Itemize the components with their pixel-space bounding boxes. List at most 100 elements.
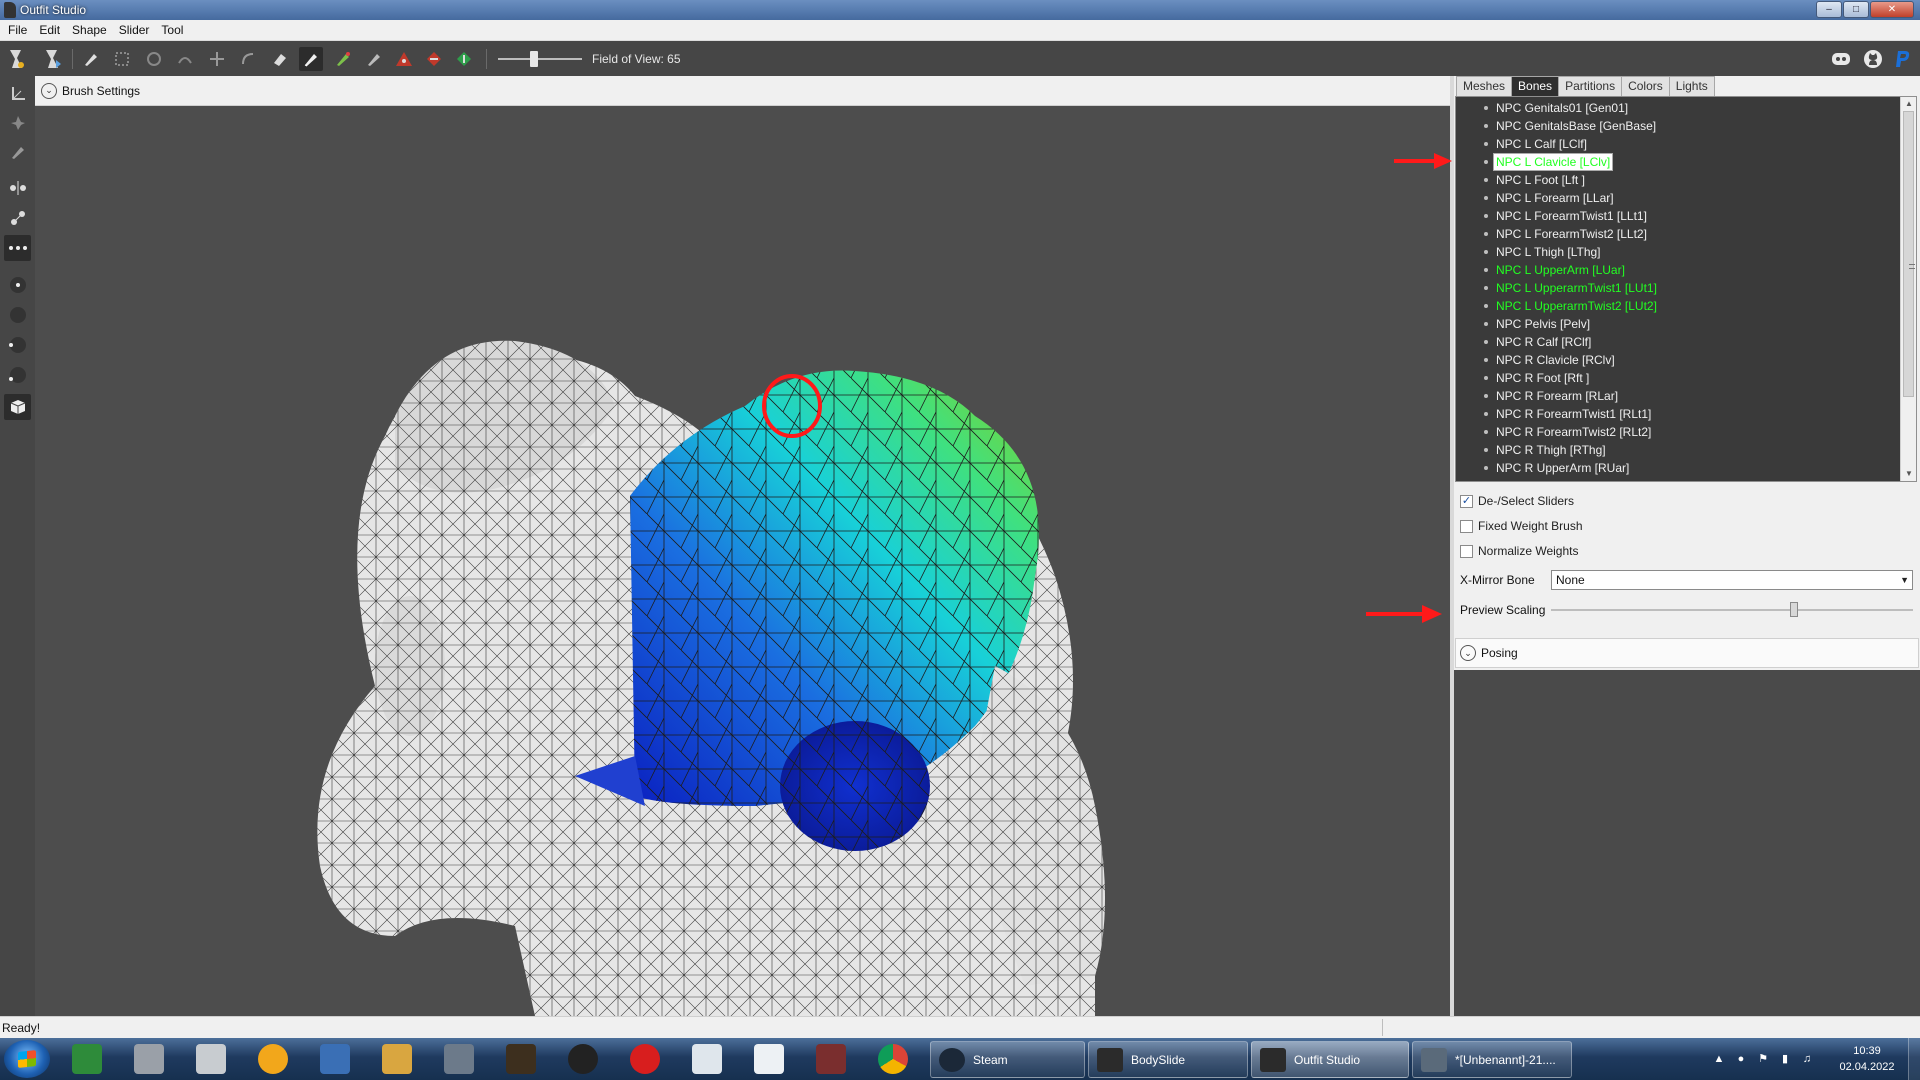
move-brush-icon[interactable]	[205, 47, 229, 71]
deselect-sliders-checkbox[interactable]: ✓	[1460, 494, 1473, 508]
task-image-editor[interactable]: *[Unbenannt]-21....	[1412, 1041, 1572, 1078]
task-steam[interactable]: Steam	[930, 1041, 1085, 1078]
bone-list-item[interactable]: NPC R Forearm [RLar]	[1456, 387, 1896, 405]
chevron-down-icon[interactable]: ⌄	[1460, 645, 1476, 661]
fixed-weight-brush-option[interactable]: Fixed Weight Brush	[1460, 519, 1583, 533]
tray-flag-icon[interactable]: ⚑	[1756, 1052, 1770, 1066]
inflate-brush-icon[interactable]	[142, 47, 166, 71]
minimize-button[interactable]: –	[1816, 1, 1842, 18]
black-circle-icon[interactable]	[568, 1044, 598, 1074]
fov-slider-thumb[interactable]	[530, 51, 538, 67]
close-button[interactable]: ✕	[1870, 1, 1914, 18]
chrome-icon[interactable]	[878, 1044, 908, 1074]
tab-bones[interactable]: Bones	[1511, 76, 1560, 96]
bone-list-item[interactable]: NPC R ForearmTwist2 [RLt2]	[1456, 423, 1896, 441]
bone-list-item[interactable]: NPC Pelvis [Pelv]	[1456, 315, 1896, 333]
tray-steam-icon[interactable]: ●	[1734, 1052, 1748, 1066]
bone-list-item[interactable]: NPC L UpperarmTwist2 [LUt2]	[1456, 297, 1896, 315]
bone-list-item[interactable]: NPC R Thigh [RThg]	[1456, 441, 1896, 459]
bone-list-item[interactable]: NPC R UpperArm [RUar]	[1456, 459, 1896, 477]
color-brush-icon[interactable]	[331, 47, 355, 71]
bone-list-item[interactable]: NPC L Clavicle [LClv]	[1456, 153, 1896, 171]
excel-icon[interactable]	[72, 1044, 102, 1074]
fixed-weight-brush-checkbox[interactable]	[1460, 519, 1473, 533]
bone-list-scrollbar[interactable]: ▲ ▼	[1900, 97, 1916, 481]
smooth-brush-icon[interactable]	[236, 47, 260, 71]
brush-size-1-icon[interactable]	[4, 272, 31, 298]
task-outfit-studio[interactable]: Outfit Studio	[1251, 1041, 1409, 1078]
weight-brush-icon[interactable]	[299, 47, 323, 71]
bone-list-item[interactable]: NPC L UpperArm [LUar]	[1456, 261, 1896, 279]
task-bodyslide[interactable]: BodySlide	[1088, 1041, 1248, 1078]
bone-list-item[interactable]: NPC L Calf [LClf]	[1456, 135, 1896, 153]
tab-partitions[interactable]: Partitions	[1558, 76, 1623, 96]
volume-icon[interactable]: ♫	[1800, 1052, 1814, 1066]
vertex-edit-icon[interactable]	[4, 139, 31, 165]
itunes-icon[interactable]	[258, 1044, 288, 1074]
wireframe-toggle-icon[interactable]	[4, 394, 31, 420]
undiff-brush-icon[interactable]	[268, 47, 292, 71]
bone-list-item[interactable]: NPC R Clavicle [RClv]	[1456, 351, 1896, 369]
bone-list-item[interactable]: NPC R Foot [Rft ]	[1456, 369, 1896, 387]
fov-slider[interactable]	[498, 51, 582, 67]
bone-list-item[interactable]: NPC L Forearm [LLar]	[1456, 189, 1896, 207]
x-mirror-icon[interactable]	[4, 175, 31, 201]
deselect-sliders-option[interactable]: ✓ De-/Select Sliders	[1460, 494, 1574, 508]
mesh-model[interactable]	[35, 106, 1450, 1016]
brush-size-4-icon[interactable]	[4, 362, 31, 388]
posing-header[interactable]: ⌄ Posing	[1455, 638, 1919, 668]
github-icon[interactable]	[1862, 48, 1884, 70]
deflate-brush-icon[interactable]	[173, 47, 197, 71]
tab-colors[interactable]: Colors	[1621, 76, 1670, 96]
mask-brush-icon[interactable]	[110, 47, 134, 71]
chevron-down-icon[interactable]: ⌄	[41, 82, 57, 99]
maximize-button[interactable]: □	[1843, 1, 1869, 18]
bone-list-item[interactable]: NPC L Thigh [LThg]	[1456, 243, 1896, 261]
collapse-vertex-icon[interactable]	[392, 47, 416, 71]
network-icon[interactable]: ▮	[1778, 1052, 1792, 1066]
tab-lights[interactable]: Lights	[1668, 76, 1715, 96]
start-button[interactable]	[4, 1040, 50, 1078]
notepad-icon[interactable]	[382, 1044, 412, 1074]
flip-edge-icon[interactable]	[422, 47, 446, 71]
bodyslide-logo-icon[interactable]	[5, 47, 29, 71]
menu-slider[interactable]: Slider	[113, 20, 156, 41]
3d-viewport[interactable]: ⌄ Brush Settings	[35, 76, 1450, 1016]
pen-icon[interactable]	[320, 1044, 350, 1074]
discord-icon[interactable]	[1830, 48, 1852, 70]
sword-icon[interactable]	[444, 1044, 474, 1074]
explorer-icon[interactable]	[196, 1044, 226, 1074]
scroll-down-icon[interactable]: ▼	[1904, 469, 1914, 479]
pivot-tool-icon[interactable]	[4, 110, 31, 136]
bone-list-item[interactable]: NPC L ForearmTwist1 [LLt1]	[1456, 207, 1896, 225]
alpha-brush-icon[interactable]	[362, 47, 386, 71]
scroll-up-icon[interactable]: ▲	[1904, 99, 1914, 109]
bone-list-item[interactable]: NPC L UpperarmTwist1 [LUt1]	[1456, 279, 1896, 297]
export-icon[interactable]	[41, 47, 65, 71]
menu-file[interactable]: File	[2, 20, 33, 41]
bone-list-item[interactable]: NPC R ForearmTwist1 [RLt1]	[1456, 405, 1896, 423]
brush-settings-header[interactable]: ⌄ Brush Settings	[35, 76, 1450, 106]
brush-size-3-icon[interactable]	[4, 332, 31, 358]
bone-list-item[interactable]: NPC GenitalsBase [GenBase]	[1456, 117, 1896, 135]
dropdown-arrow-icon[interactable]: ▼	[1900, 571, 1909, 589]
bone-list[interactable]: NPC Genitals01 [Gen01] NPC GenitalsBase […	[1455, 96, 1917, 482]
menu-shape[interactable]: Shape	[66, 20, 113, 41]
show-desktop-button[interactable]	[1908, 1038, 1920, 1080]
global-brush-icon[interactable]	[4, 235, 31, 261]
paypal-icon[interactable]	[1892, 48, 1914, 70]
scrollbar-thumb[interactable]	[1903, 111, 1915, 397]
menu-edit[interactable]: Edit	[33, 20, 66, 41]
preview-scaling-slider[interactable]	[1551, 602, 1913, 617]
tray-expand-icon[interactable]: ▲	[1712, 1052, 1726, 1066]
normalize-weights-checkbox[interactable]	[1460, 544, 1473, 558]
game-icon[interactable]	[506, 1044, 536, 1074]
select-brush-icon[interactable]	[79, 47, 103, 71]
xmirror-bone-select[interactable]: None ▼	[1551, 570, 1913, 590]
window-icon[interactable]	[692, 1044, 722, 1074]
opera-icon[interactable]	[630, 1044, 660, 1074]
media-center-icon[interactable]	[134, 1044, 164, 1074]
split-edge-icon[interactable]	[452, 47, 476, 71]
preview-scaling-thumb[interactable]	[1790, 602, 1798, 617]
brush-size-2-icon[interactable]	[4, 302, 31, 328]
